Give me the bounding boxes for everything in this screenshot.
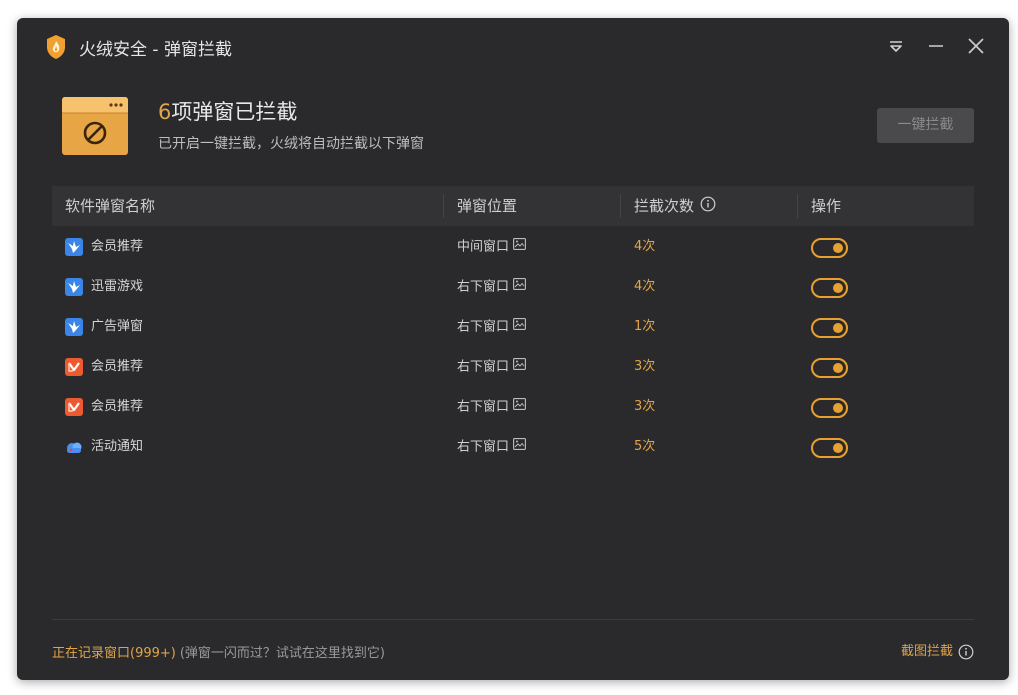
column-header-count-label: 拦截次数 — [634, 197, 695, 215]
popup-position: 右下窗口 — [457, 427, 526, 467]
popup-position: 右下窗口 — [457, 347, 526, 387]
wps-icon — [65, 398, 83, 416]
popup-table: 软件弹窗名称 弹窗位置 拦截次数 操作 会员推荐 中间窗口 4次 迅雷游戏 右下… — [52, 186, 974, 467]
popup-position-label: 右下窗口 — [457, 319, 510, 335]
title-bar[interactable]: 火绒安全 - 弹窗拦截 — [17, 18, 1009, 74]
column-header-operation: 操作 — [811, 197, 842, 215]
toggle-knob — [833, 243, 843, 253]
popup-position-label: 右下窗口 — [457, 359, 510, 375]
close-button[interactable] — [964, 34, 988, 58]
popup-name: 会员推荐 — [91, 399, 144, 414]
recording-windows-link[interactable]: 正在记录窗口(999+) — [52, 646, 176, 661]
table-row: 会员推荐 右下窗口 3次 — [52, 387, 974, 427]
image-preview-icon[interactable] — [513, 227, 526, 267]
popup-name: 会员推荐 — [91, 359, 144, 374]
popup-name: 广告弹窗 — [91, 319, 144, 334]
block-count: 4次 — [634, 239, 656, 254]
table-row: 迅雷游戏 右下窗口 4次 — [52, 267, 974, 307]
block-count: 3次 — [634, 359, 656, 374]
block-toggle[interactable] — [811, 278, 848, 298]
image-preview-icon[interactable] — [513, 307, 526, 347]
block-toggle[interactable] — [811, 358, 848, 378]
table-row: 广告弹窗 右下窗口 1次 — [52, 307, 974, 347]
toggle-knob — [833, 283, 843, 293]
popup-blocker-window: 火绒安全 - 弹窗拦截 6项弹窗已拦截 已开启一键拦截，火绒将自动拦截以下弹窗 … — [17, 18, 1009, 680]
table-header: 软件弹窗名称 弹窗位置 拦截次数 操作 — [52, 186, 974, 227]
image-preview-icon[interactable] — [513, 267, 526, 307]
block-toggle[interactable] — [811, 398, 848, 418]
info-icon — [958, 644, 974, 659]
column-divider — [620, 194, 621, 218]
column-divider — [797, 194, 798, 218]
screenshot-block-link[interactable]: 截图拦截 — [901, 640, 974, 660]
toggle-knob — [833, 443, 843, 453]
toggle-knob — [833, 403, 843, 413]
toggle-knob — [833, 363, 843, 373]
window-title: 火绒安全 - 弹窗拦截 — [79, 40, 232, 60]
popup-position: 中间窗口 — [457, 227, 526, 267]
popup-position: 右下窗口 — [457, 307, 526, 347]
wps-icon — [65, 358, 83, 376]
popup-name: 会员推荐 — [91, 239, 144, 254]
xunlei-bird-icon — [65, 318, 83, 336]
toggle-knob — [833, 323, 843, 333]
image-preview-icon[interactable] — [513, 427, 526, 467]
popup-position: 右下窗口 — [457, 387, 526, 427]
footer-divider — [52, 619, 974, 620]
column-header-name: 软件弹窗名称 — [65, 197, 156, 215]
block-toggle[interactable] — [811, 238, 848, 258]
blocking-status-subtitle: 已开启一键拦截，火绒将自动拦截以下弹窗 — [158, 136, 424, 152]
popup-name: 活动通知 — [91, 439, 144, 454]
close-icon — [968, 38, 984, 54]
huorong-logo-icon — [45, 34, 67, 60]
column-header-position: 弹窗位置 — [457, 197, 518, 215]
blocked-count-number: 6 — [158, 100, 172, 124]
xunlei-bird-icon — [65, 278, 83, 296]
minimize-icon — [929, 45, 943, 47]
blocked-popup-icon — [61, 96, 129, 156]
block-count: 3次 — [634, 399, 656, 414]
table-row: 会员推荐 中间窗口 4次 — [52, 227, 974, 267]
column-header-count: 拦截次数 — [634, 186, 716, 226]
image-preview-icon[interactable] — [513, 347, 526, 387]
block-count: 1次 — [634, 319, 656, 334]
table-row: 活动通知 右下窗口 5次 — [52, 427, 974, 467]
summary-header: 6项弹窗已拦截 已开启一键拦截，火绒将自动拦截以下弹窗 一键拦截 — [17, 74, 1009, 184]
block-count: 4次 — [634, 279, 656, 294]
popup-position-label: 右下窗口 — [457, 399, 510, 415]
menu-dropdown-button[interactable] — [884, 34, 908, 58]
minimize-button[interactable] — [924, 34, 948, 58]
footer-record: 正在记录窗口(999+) (弹窗一闪而过？试试在这里找到它) — [52, 642, 385, 661]
recording-hint: (弹窗一闪而过？试试在这里找到它) — [179, 646, 386, 661]
blocked-count-text: 项弹窗已拦截 — [171, 100, 298, 124]
popup-position: 右下窗口 — [457, 267, 526, 307]
block-count: 5次 — [634, 439, 656, 454]
screenshot-block-label: 截图拦截 — [900, 644, 953, 659]
baidu-netdisk-icon — [65, 438, 83, 456]
info-icon[interactable] — [700, 187, 716, 227]
xunlei-bird-icon — [65, 238, 83, 256]
image-preview-icon[interactable] — [513, 387, 526, 427]
column-divider — [443, 194, 444, 218]
popup-position-label: 右下窗口 — [457, 279, 510, 295]
popup-name: 迅雷游戏 — [91, 279, 144, 294]
block-toggle[interactable] — [811, 438, 848, 458]
popup-position-label: 中间窗口 — [457, 239, 510, 255]
menu-down-icon — [890, 41, 902, 52]
table-body: 会员推荐 中间窗口 4次 迅雷游戏 右下窗口 4次 广告弹窗 右下窗口 1次 会… — [52, 227, 974, 467]
popup-position-label: 右下窗口 — [457, 439, 510, 455]
one-click-block-button[interactable]: 一键拦截 — [877, 108, 974, 143]
table-row: 会员推荐 右下窗口 3次 — [52, 347, 974, 387]
blocked-count-title: 6项弹窗已拦截 — [158, 96, 297, 126]
block-toggle[interactable] — [811, 318, 848, 338]
